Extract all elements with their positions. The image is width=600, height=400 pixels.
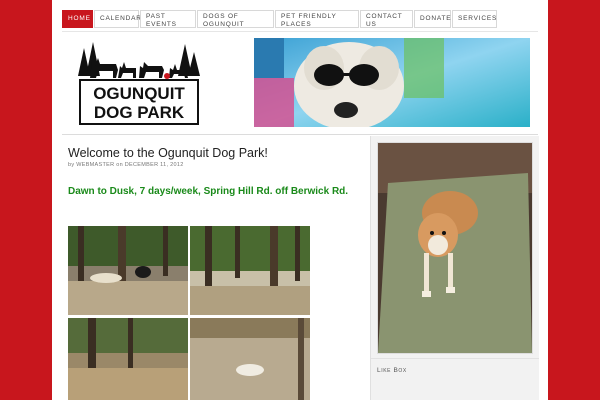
like-box-heading: Like Box: [377, 367, 407, 374]
site-logo[interactable]: OGUNQUIT DOG PARK: [76, 40, 202, 128]
sidebar: Like Box: [370, 136, 539, 400]
post-date: DECEMBER 11, 2012: [124, 162, 184, 168]
post-author-link[interactable]: WEBMASTER: [76, 162, 114, 168]
header-divider: [62, 134, 538, 135]
nav-pet-friendly-places[interactable]: PET FRIENDLY PLACES: [275, 10, 359, 28]
post-meta: by WEBMASTER on DECEMBER 11, 2012: [68, 162, 184, 168]
park-photo-2[interactable]: [190, 226, 310, 315]
nav-dogs-of-ogunquit[interactable]: DOGS OF OGUNQUIT: [197, 10, 274, 28]
main-nav: HOME CALENDAR PAST EVENTS DOGS OF OGUNQU…: [62, 10, 497, 30]
logo-text-line2: DOG PARK: [94, 103, 185, 122]
sidebar-dog-photo[interactable]: [377, 142, 533, 354]
post-title[interactable]: Welcome to the Ogunquit Dog Park!: [68, 146, 268, 160]
nav-home[interactable]: HOME: [62, 10, 93, 28]
nav-contact-us[interactable]: CONTACT US: [360, 10, 413, 28]
nav-services[interactable]: SERVICES: [452, 10, 497, 28]
nav-donate[interactable]: DONATE: [414, 10, 451, 28]
park-photo-1[interactable]: [68, 226, 188, 315]
park-photo-4[interactable]: [190, 318, 310, 400]
sidebar-divider: [371, 358, 539, 359]
post-meta-by: by: [68, 162, 75, 168]
post-meta-on: on: [116, 162, 123, 168]
logo-ball-icon: [164, 73, 170, 79]
nav-past-events[interactable]: PAST EVENTS: [140, 10, 196, 28]
nav-calendar[interactable]: CALENDAR: [94, 10, 141, 28]
park-hours-text: Dawn to Dusk, 7 days/week, Spring Hill R…: [68, 186, 349, 197]
page-container: HOME CALENDAR PAST EVENTS DOGS OF OGUNQU…: [52, 0, 548, 400]
park-photo-3[interactable]: [68, 318, 188, 400]
logo-dogs-icon: [90, 58, 188, 78]
header-banner-image: [254, 38, 530, 127]
logo-text-line1: OGUNQUIT: [93, 84, 185, 103]
nav-divider: [62, 31, 538, 32]
